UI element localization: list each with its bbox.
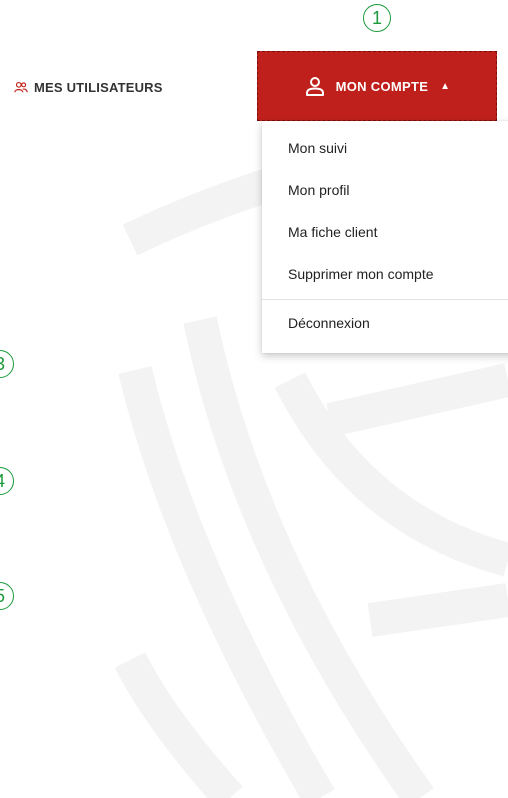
nav-mes-utilisateurs[interactable]: MES UTILISATEURS bbox=[14, 76, 163, 98]
menu-item-supprimer-compte[interactable]: Supprimer mon compte bbox=[262, 253, 508, 295]
menu-item-mon-suivi[interactable]: Mon suivi bbox=[262, 127, 508, 169]
mon-compte-button[interactable]: MON COMPTE ▲ bbox=[257, 51, 497, 121]
menu-item-mon-profil[interactable]: Mon profil bbox=[262, 169, 508, 211]
nav-users-label: MES UTILISATEURS bbox=[34, 79, 163, 95]
menu-item-ma-fiche-client[interactable]: Ma fiche client bbox=[262, 211, 508, 253]
annotation-marker-1: 1 bbox=[363, 4, 391, 32]
chevron-up-icon: ▲ bbox=[440, 80, 451, 92]
menu-item-deconnexion[interactable]: Déconnexion bbox=[262, 302, 508, 344]
top-navigation: MES UTILISATEURS MON COMPTE ▲ bbox=[0, 0, 508, 130]
account-dropdown-menu: Mon suivi Mon profil Ma fiche client Sup… bbox=[262, 121, 508, 353]
user-icon bbox=[305, 77, 324, 96]
menu-divider bbox=[262, 299, 508, 300]
account-button-label: MON COMPTE bbox=[335, 78, 429, 94]
users-icon bbox=[14, 81, 28, 93]
